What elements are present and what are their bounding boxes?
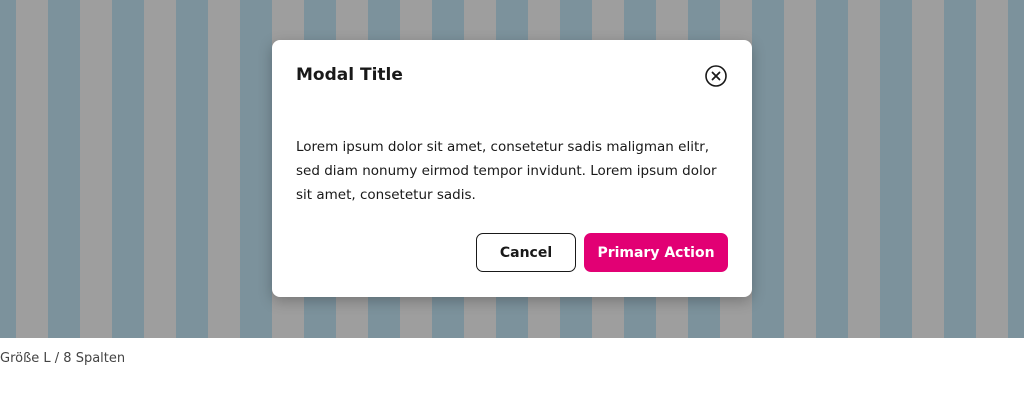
cancel-button[interactable]: Cancel [476,233,576,272]
size-caption: Größe L / 8 Spalten [0,351,126,366]
grid-background: Modal Title Lorem ipsum dolor sit amet, … [0,0,1024,338]
modal-body-text: Lorem ipsum dolor sit amet, consetetur s… [296,139,717,203]
close-button[interactable] [704,64,728,88]
modal-title: Modal Title [296,65,403,85]
primary-action-button[interactable]: Primary Action [584,233,728,272]
modal-dialog: Modal Title Lorem ipsum dolor sit amet, … [272,40,752,297]
close-circle-icon [705,65,727,87]
